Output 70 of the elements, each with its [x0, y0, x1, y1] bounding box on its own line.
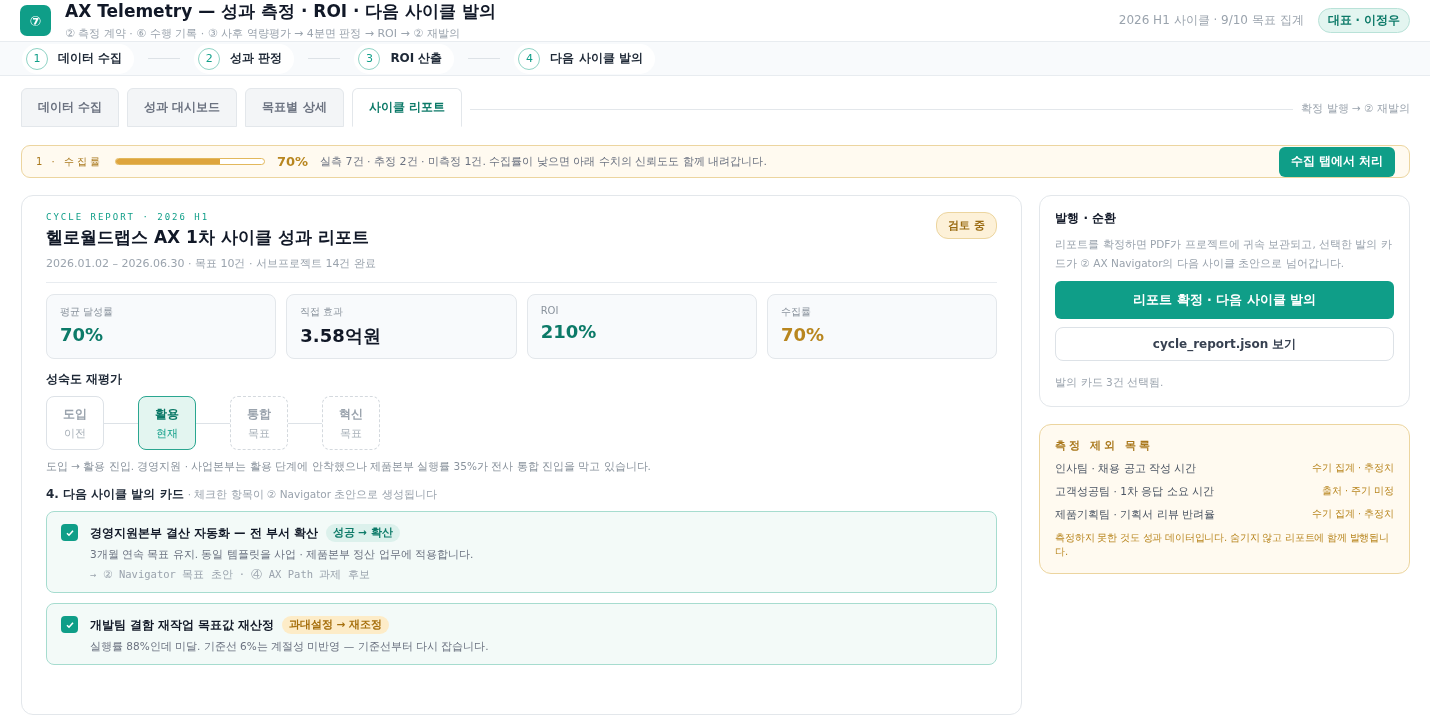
stage-note: 현재 — [156, 426, 178, 441]
stage-note: 이전 — [64, 426, 86, 441]
proposal-route: → ② Navigator 목표 초안 · ④ AX Path 과제 후보 — [90, 568, 371, 582]
step-label: 데이터 수집 — [58, 50, 123, 68]
app-subtitle: ② 측정 계약 · ⑥ 수행 기록 · ③ 사후 역량평가 → 4분면 판정 → ROI → ② 재발의 — [65, 26, 461, 41]
stage-note: 목표 — [340, 426, 362, 441]
step-chip[interactable]: 1 데이터 수집 — [22, 43, 135, 74]
stage-name: 혁신 — [339, 405, 363, 423]
tab[interactable]: 목표별 상세 — [245, 88, 344, 128]
cycle-summary: 2026 H1 사이클 · 9/10 목표 집계 — [1118, 12, 1304, 29]
step-chip[interactable]: 4 다음 사이클 발의 — [514, 43, 655, 74]
logo-icon: ⑦ — [20, 5, 51, 36]
step-label: ROI 산출 — [390, 50, 443, 68]
tabs-note: 확정 발행 → ② 재발의 — [1301, 102, 1410, 117]
metric-value: 3.58억원 — [300, 324, 382, 348]
step-label: 성과 판정 — [230, 50, 283, 68]
alert-value: 70% — [276, 154, 309, 170]
proposal-description: 3개월 연속 목표 유지. 동일 템플릿을 사업 · 제품본부 정산 업무에 적용합니다. — [90, 548, 474, 562]
report-eyebrow: CYCLE REPORT · 2026 H1 — [46, 212, 211, 222]
check-icon — [64, 619, 75, 630]
excluded-item: 고객성공팀 · 1차 응답 소요 시간 — [1055, 485, 1214, 499]
app-title: AX Telemetry — 성과 측정 · ROI · 다음 사이클 발의 — [65, 0, 498, 23]
panel-title: 발행 · 순환 — [1055, 210, 1118, 227]
process-button[interactable]: 수집 탭에서 처리 — [1278, 146, 1395, 177]
step-label: 다음 사이클 발의 — [550, 50, 643, 68]
proposal-description: 실행률 88%인데 미달. 기준선 6%는 계절성 미반영 — 기준선부터 다시 잡습니다. — [90, 640, 489, 654]
panel-title: 측정 제외 목록 — [1055, 439, 1154, 453]
report-meta: 2026.01.02 – 2026.06.30 · 목표 10건 · 서브프로젝트 14건 완료 — [46, 257, 376, 270]
status-badge: 검토 중 — [936, 212, 998, 239]
section-hint: · 체크한 항목이 ② Navigator 초안으로 생성됩니다 — [187, 488, 437, 502]
tab[interactable]: 성과 대시보드 — [127, 88, 238, 128]
excluded-reason: 수기 집계 · 추정치 — [1311, 508, 1394, 521]
metric-value: 70% — [60, 324, 105, 345]
check-icon — [64, 527, 75, 538]
excluded-footer: 측정하지 못한 것도 성과 데이터입니다. 숨기지 않고 리포트에 함께 발행됩니다. — [1055, 531, 1394, 559]
step-chip[interactable]: 2 성과 판정 — [194, 43, 295, 74]
stage-note: 목표 — [248, 426, 270, 441]
excluded-reason: 수기 집계 · 추정치 — [1311, 462, 1394, 475]
proposal-tag: 과대설정 → 재조정 — [282, 616, 390, 634]
maturity-note: 도입 → 활용 진입. 경영지원 · 사업본부는 활용 단계에 안착했으나 제품본부 실행률 35%가 전사 통합 진입을 막고 있습니다. — [46, 460, 652, 474]
proposal-tag: 성공 → 확산 — [325, 524, 400, 542]
panel-description: 리포트를 확정하면 PDF가 프로젝트에 귀속 보관되고, 선택한 발의 카드가 ② AX Navigator의 다음 사이클 초안으로 넘어갑니다. — [1055, 237, 1393, 271]
excluded-item: 인사팀 · 채용 공고 작성 시간 — [1055, 462, 1197, 476]
metric-label: 수집률 — [780, 305, 812, 319]
metric-label: 평균 달성률 — [60, 305, 115, 319]
checkbox[interactable] — [61, 524, 78, 541]
excluded-reason: 출처 · 주기 미정 — [1321, 485, 1394, 498]
tab[interactable]: 사이클 리포트 — [351, 88, 462, 128]
confirm-button[interactable]: 리포트 확정 · 다음 사이클 발의 — [1055, 281, 1394, 319]
alert-label: 1 · 수집률 — [36, 154, 103, 169]
alert-message: 실측 7건 · 추정 2건 · 미측정 1건. 수집률이 낮으면 아래 수치의 신뢰도도 함께 내려갑니다. — [320, 154, 768, 170]
view-json-button[interactable]: cycle_report.json 보기 — [1055, 327, 1394, 361]
excluded-item: 제품기획팀 · 기획서 리뷰 반려율 — [1055, 508, 1215, 522]
step-chip[interactable]: 3 ROI 산출 — [354, 43, 455, 74]
stage-name: 도입 — [63, 405, 87, 423]
metric-value: 210% — [540, 321, 598, 342]
tab[interactable]: 데이터 수집 — [21, 88, 120, 128]
metric-value: 70% — [780, 324, 826, 345]
proposal-title: 개발팀 결함 재작업 목표값 재산정 — [90, 617, 274, 633]
user-badge: 대표 · 이정우 — [1317, 8, 1410, 33]
stage-name: 통합 — [247, 405, 271, 423]
section-title: 성숙도 재평가 — [46, 371, 124, 388]
proposal-title: 경영지원본부 결산 자동화 — 전 부서 확산 — [90, 525, 318, 541]
section-title: 4. 다음 사이클 발의 카드 — [46, 486, 184, 503]
metric-label: ROI — [540, 305, 560, 316]
stage-name: 활용 — [155, 405, 179, 423]
report-title: 헬로월드랩스 AX 1차 사이클 성과 리포트 — [46, 226, 370, 249]
checkbox[interactable] — [61, 616, 78, 633]
selection-note: 발의 카드 3건 선택됨. — [1055, 375, 1165, 390]
metric-label: 직접 효과 — [300, 305, 345, 319]
